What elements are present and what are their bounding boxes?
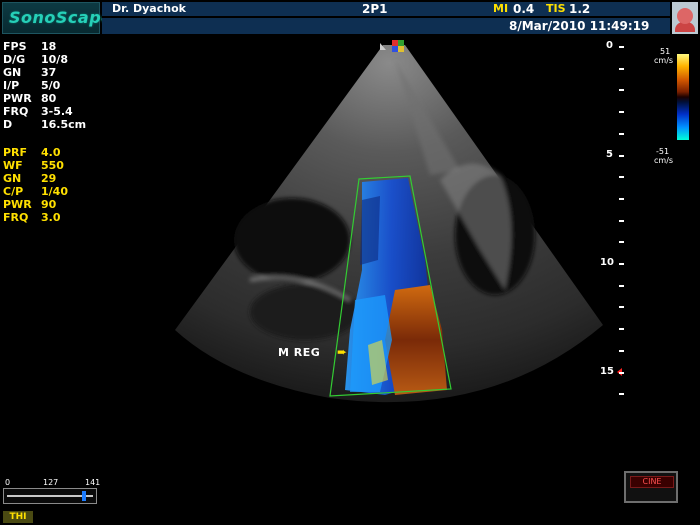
- depth-tick: [619, 284, 624, 287]
- colormap-top-unit: cm/s: [654, 56, 674, 65]
- user-avatar[interactable]: [672, 2, 698, 34]
- param-row: FRQ 3.0: [3, 211, 68, 224]
- param-row: GN 37: [3, 66, 86, 79]
- bmode-params: FPS 18 D/G 10/8 GN 37 I/P 5/0 PWR 80 FRQ 3-5.4 D 16.5…: [3, 40, 86, 131]
- param-value: 4.0: [41, 146, 61, 159]
- tis-label: TIS: [546, 2, 566, 15]
- param-row: PWR 90: [3, 198, 68, 211]
- param-key: FRQ: [3, 211, 29, 224]
- param-key: PWR: [3, 198, 32, 211]
- slider-thumb[interactable]: [82, 491, 87, 501]
- probe-mode: 2P1: [362, 2, 388, 16]
- depth-tick: [619, 132, 624, 135]
- param-row: GN 29: [3, 172, 68, 185]
- depth-tick: [619, 328, 624, 331]
- colormap-bottom-unit: cm/s: [654, 156, 674, 165]
- depth-tick: [619, 67, 624, 70]
- color-params: PRF 4.0 WF 550 GN 29 C/P 1/40 PWR 90 FRQ 3.0: [3, 146, 68, 224]
- param-row: D/G 10/8: [3, 53, 86, 66]
- param-key: I/P: [3, 79, 20, 92]
- param-value: 29: [41, 172, 57, 185]
- param-key: GN: [3, 172, 22, 185]
- param-row: FRQ 3-5.4: [3, 105, 86, 118]
- param-value: 3-5.4: [41, 105, 73, 118]
- param-value: 3.0: [41, 211, 61, 224]
- param-row: PRF 4.0: [3, 146, 68, 159]
- param-value: 18: [41, 40, 57, 53]
- param-value: 5/0: [41, 79, 61, 92]
- param-key: PRF: [3, 146, 28, 159]
- operator-name: Dr. Dyachok: [112, 2, 186, 15]
- slider-box[interactable]: [3, 488, 97, 504]
- depth-tick: [619, 371, 624, 374]
- param-key: FPS: [3, 40, 27, 53]
- param-value: 1/40: [41, 185, 68, 198]
- depth-label: 15: [600, 365, 614, 377]
- velocity-color-map: [677, 54, 689, 140]
- param-key: D: [3, 118, 13, 131]
- slider-min-label: 0: [5, 478, 11, 487]
- depth-tick: [619, 111, 624, 114]
- cine-button[interactable]: CINE: [624, 471, 678, 503]
- arrow-icon: ➨: [337, 345, 348, 359]
- mreg-annotation[interactable]: M REG: [278, 346, 320, 359]
- param-value: 80: [41, 92, 57, 105]
- param-key: FRQ: [3, 105, 29, 118]
- depth-tick: [619, 263, 624, 265]
- param-key: GN: [3, 66, 22, 79]
- param-key: C/P: [3, 185, 24, 198]
- thi-indicator[interactable]: THI: [3, 511, 33, 523]
- depth-label: 5: [606, 148, 613, 160]
- param-value: 90: [41, 198, 57, 211]
- depth-tick: [619, 393, 624, 396]
- slider-track[interactable]: [7, 495, 93, 497]
- param-row: PWR 80: [3, 92, 86, 105]
- brand-logo: SonoScape: [2, 2, 112, 34]
- depth-tick: [619, 349, 624, 352]
- date-time: 8/Mar/2010 11:49:19: [509, 19, 650, 33]
- slider-mid-label: 127: [43, 478, 59, 487]
- logo-text: SonoScape: [9, 8, 113, 27]
- depth-tick: [619, 306, 624, 309]
- param-row: FPS 18: [3, 40, 86, 53]
- depth-tick: [619, 176, 624, 179]
- param-key: D/G: [3, 53, 26, 66]
- param-value: 550: [41, 159, 64, 172]
- param-row: D 16.5cm: [3, 118, 86, 131]
- cine-label: CINE: [630, 476, 674, 488]
- depth-tick: [619, 241, 624, 244]
- mi-value: 0.4: [513, 2, 535, 16]
- depth-tick: [619, 219, 624, 222]
- param-key: WF: [3, 159, 23, 172]
- tis-value: 1.2: [569, 2, 591, 16]
- mi-label: MI: [493, 2, 509, 15]
- depth-tick: [619, 46, 624, 48]
- param-row: WF 550: [3, 159, 68, 172]
- top-bar: SonoScape Dr. Dyachok 2P1 MI 0.4 TIS 1.2…: [0, 0, 700, 38]
- ultrasound-image: [175, 40, 623, 403]
- param-key: PWR: [3, 92, 32, 105]
- depth-tick: [619, 197, 624, 200]
- param-row: C/P 1/40: [3, 185, 68, 198]
- param-value: 10/8: [41, 53, 68, 66]
- slider-max-label: 141: [85, 478, 101, 487]
- colormap-top-value: 51: [660, 47, 671, 56]
- depth-label: 0: [606, 40, 613, 51]
- cine-slider[interactable]: 0 127 141: [3, 478, 101, 506]
- depth-tick: [619, 89, 624, 92]
- param-value: 37: [41, 66, 57, 79]
- colormap-bottom-value: -51: [656, 147, 670, 156]
- depth-tick: [619, 154, 624, 157]
- param-value: 16.5cm: [41, 118, 87, 131]
- depth-label: 10: [600, 257, 614, 268]
- param-row: I/P 5/0: [3, 79, 86, 92]
